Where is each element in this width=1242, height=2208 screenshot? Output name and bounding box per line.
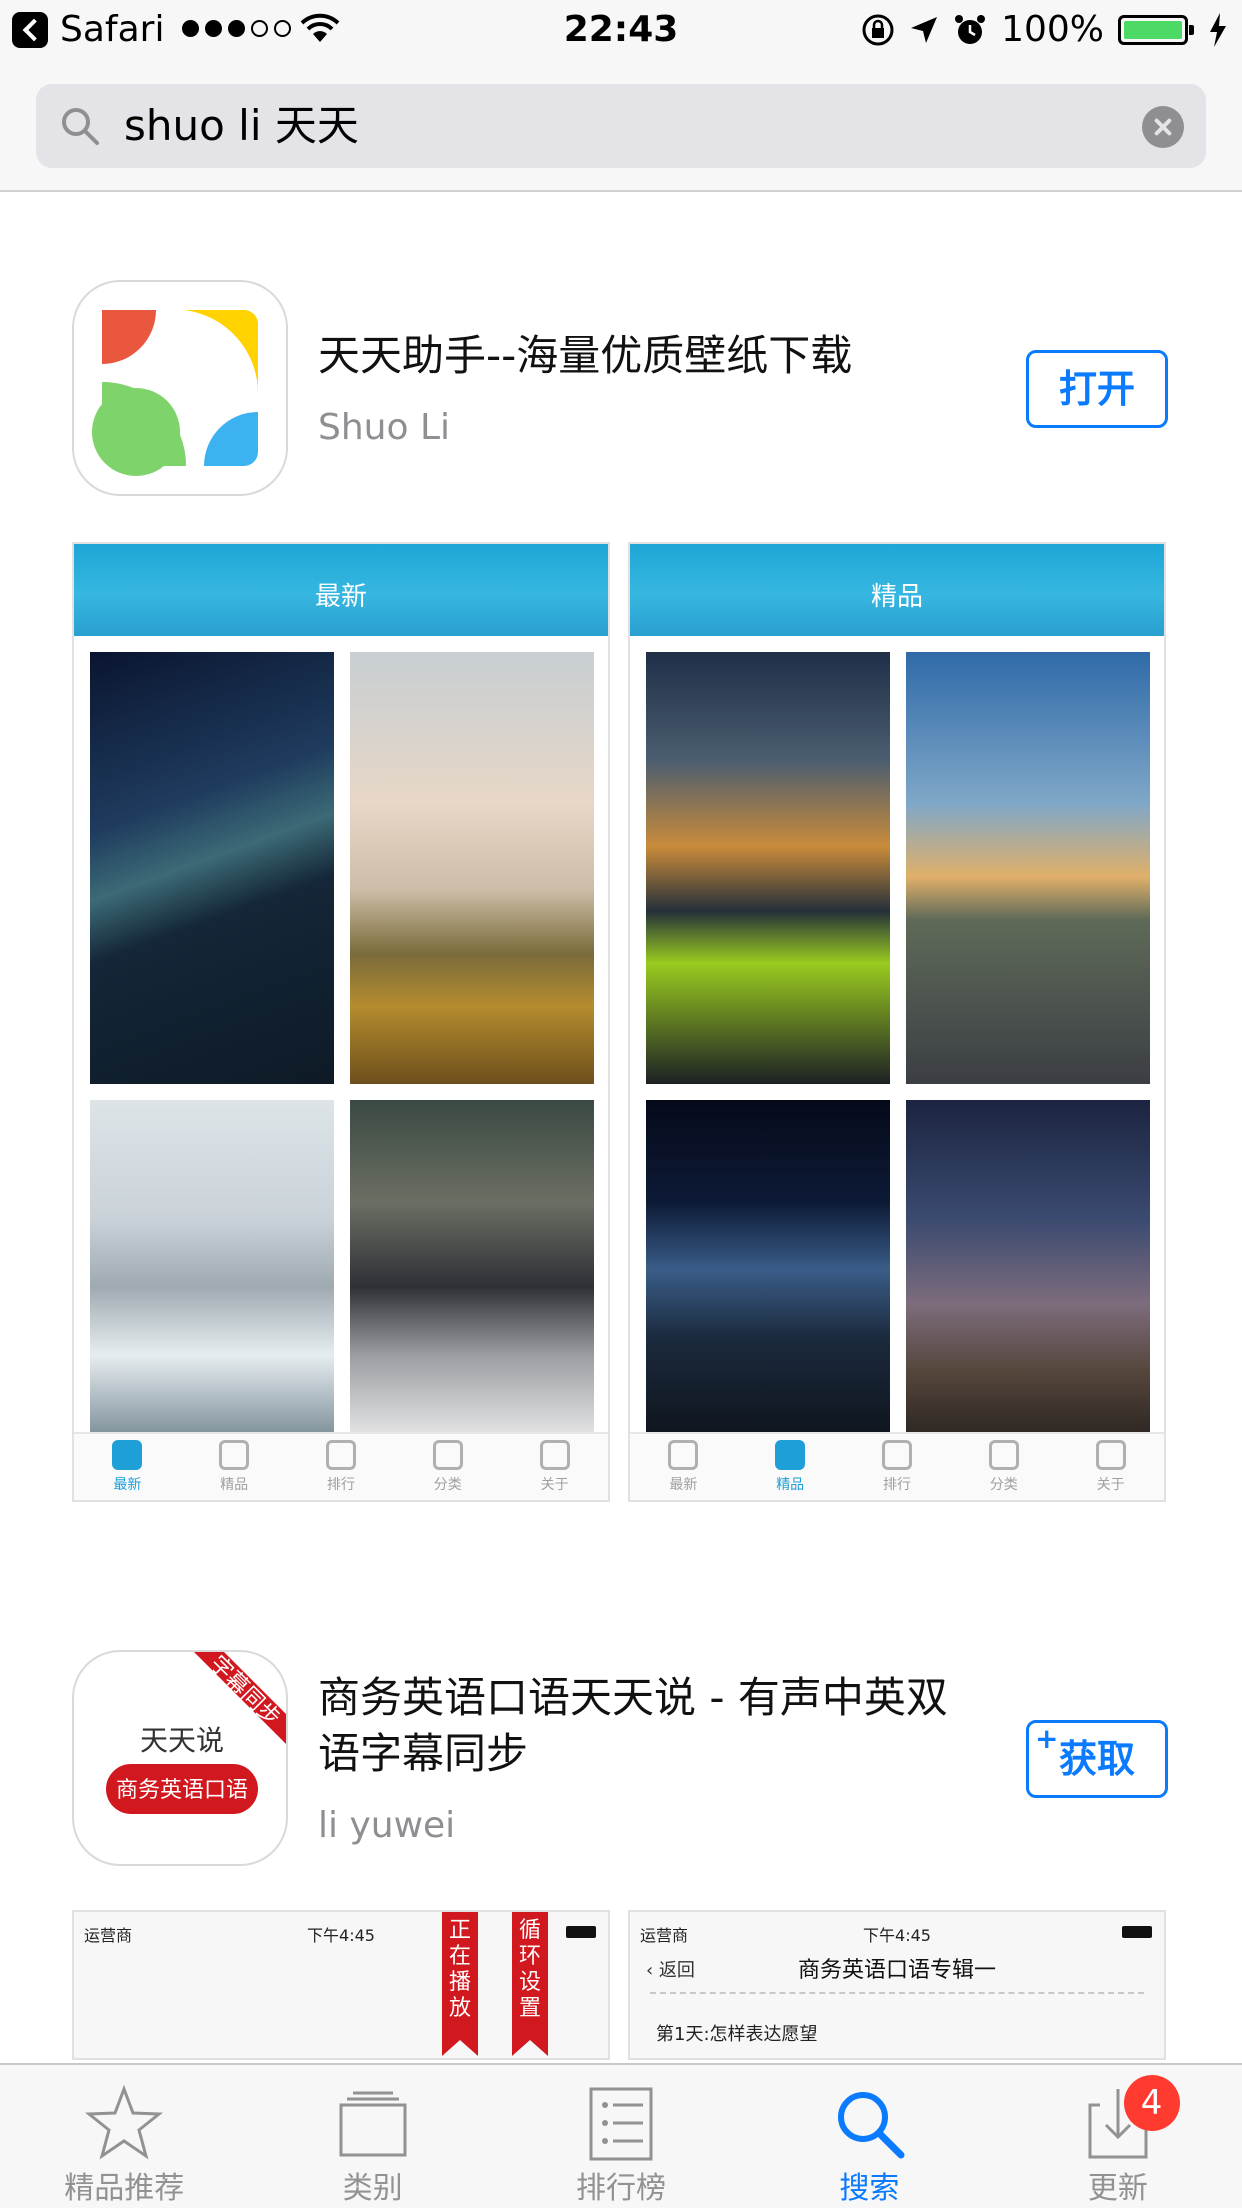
screenshot-header: 精品 [630, 544, 1164, 636]
ranking-icon [881, 1440, 912, 1470]
star-icon [219, 1440, 250, 1470]
star-icon [775, 1440, 806, 1470]
wallpaper-thumbnail [90, 652, 334, 1084]
wallpaper-thumbnail [646, 652, 890, 1084]
wallpaper-thumbnail [90, 1100, 334, 1440]
screenshot-title: 商务英语口语专辑一 [797, 1958, 996, 1983]
divider [650, 1992, 1144, 1994]
info-icon [539, 1440, 570, 1470]
update-count-badge: 4 [1123, 2075, 1180, 2131]
categories-icon [339, 2091, 407, 2157]
mini-tab: 分类 [950, 1434, 1057, 1500]
search-icon [62, 108, 99, 145]
tab-top-charts[interactable]: 排行榜 [497, 2065, 745, 2208]
app-name[interactable]: 天天助手--海量优质壁纸下载 [318, 328, 958, 384]
tab-updates[interactable]: 4 更新 [994, 2065, 1242, 2208]
get-button[interactable]: + 获取 [1026, 1720, 1168, 1798]
mini-tab: 最新 [74, 1434, 181, 1500]
tab-categories[interactable]: 类别 [248, 2065, 496, 2208]
plus-icon: + [1035, 1722, 1059, 1755]
image-icon [668, 1440, 699, 1470]
app-screenshot-2[interactable]: 精品 最新 精品 排行 分类 关于 [628, 542, 1166, 1502]
screenshot-header: 最新 [74, 544, 608, 636]
tab-label: 精品推荐 [64, 2171, 185, 2206]
ranking-list-icon [589, 2087, 653, 2161]
location-arrow-icon [911, 17, 938, 43]
wallpaper-thumbnail [906, 652, 1150, 1084]
battery-icon [1122, 1926, 1152, 1938]
search-bar: shuo li 天天 [0, 60, 1242, 192]
alarm-icon [955, 15, 986, 44]
battery-icon [566, 1926, 596, 1938]
svg-text:商务英语口语: 商务英语口语 [116, 1778, 248, 1803]
mini-tab: 分类 [394, 1434, 501, 1500]
mini-tab: 排行 [288, 1434, 395, 1500]
mini-tab: 精品 [181, 1434, 288, 1500]
app-icon[interactable]: 字幕同步 天天说 商务英语口语 [72, 1650, 288, 1866]
mini-tab: 关于 [1057, 1434, 1164, 1500]
tab-label: 搜索 [839, 2171, 900, 2206]
battery-percent: 100% [1001, 9, 1104, 50]
app-icon[interactable] [72, 280, 288, 496]
mini-tab: 最新 [630, 1434, 737, 1500]
loop-settings-ribbon: 循环设置 [512, 1912, 548, 2056]
get-button-label: 获取 [1058, 1737, 1135, 1781]
open-button[interactable]: 打开 [1026, 350, 1168, 428]
orientation-lock-icon [862, 14, 894, 46]
wallpaper-thumbnail [906, 1100, 1150, 1440]
status-bar: Safari 22:43 100% [0, 0, 1242, 60]
screenshot-tab-bar: 最新 精品 排行 分类 关于 [630, 1432, 1164, 1500]
charging-bolt-icon [1210, 13, 1226, 47]
image-icon [112, 1440, 143, 1470]
app-screenshot-1[interactable]: 运营商 下午4:45 正在播放 循环设置 [72, 1910, 610, 2060]
svg-text:字幕同步: 字幕同步 [205, 1652, 285, 1731]
tab-label: 更新 [1087, 2171, 1148, 2206]
wallpaper-thumbnail [646, 1100, 890, 1440]
ranking-icon [325, 1440, 356, 1470]
clear-icon[interactable] [1142, 106, 1184, 148]
app-name[interactable]: 商务英语口语天天说 - 有声中英双语字幕同步 [318, 1670, 958, 1782]
grid-icon [988, 1440, 1019, 1470]
mini-tab: 关于 [501, 1434, 608, 1500]
tab-bar: 精品推荐 类别 排行榜 搜索 4 更新 [0, 2063, 1242, 2208]
mini-tab: 精品 [737, 1434, 844, 1500]
tab-search[interactable]: 搜索 [745, 2065, 993, 2208]
search-icon [838, 2092, 905, 2159]
wallpaper-thumbnail [350, 652, 594, 1084]
screenshot-tab-bar: 最新 精品 排行 分类 关于 [74, 1432, 608, 1500]
tiantian-helper-logo-icon [92, 310, 259, 476]
star-icon [85, 2084, 164, 2160]
battery-icon [1118, 15, 1194, 45]
grid-icon [432, 1440, 463, 1470]
search-input[interactable]: shuo li 天天 [36, 84, 1206, 168]
svg-text:天天说: 天天说 [140, 1724, 224, 1757]
search-query-text[interactable]: shuo li 天天 [124, 102, 359, 150]
lesson-item: 第1天:怎样表达愿望 [656, 2024, 818, 2045]
app-developer: Shuo Li [318, 407, 451, 448]
search-result-1[interactable]: 天天助手--海量优质壁纸下载 Shuo Li 打开 最新 最新 精品 排行 分类… [0, 192, 1242, 1502]
app-developer: li yuwei [318, 1805, 456, 1846]
business-english-logo-icon: 字幕同步 天天说 商务英语口语 [106, 1652, 286, 1814]
app-screenshot-2[interactable]: 运营商 下午4:45 ‹ 返回 商务英语口语专辑一 第1天:怎样表达愿望 [628, 1910, 1166, 2060]
screenshot-time: 下午4:45 [863, 1926, 931, 1945]
tab-label: 排行榜 [576, 2171, 667, 2206]
tab-featured[interactable]: 精品推荐 [0, 2065, 248, 2208]
info-icon [1095, 1440, 1126, 1470]
mini-tab: 排行 [844, 1434, 951, 1500]
tab-label: 类别 [342, 2171, 403, 2206]
now-playing-ribbon: 正在播放 [442, 1912, 478, 2056]
app-screenshot-1[interactable]: 最新 最新 精品 排行 分类 关于 [72, 542, 610, 1502]
wallpaper-thumbnail [350, 1100, 594, 1440]
